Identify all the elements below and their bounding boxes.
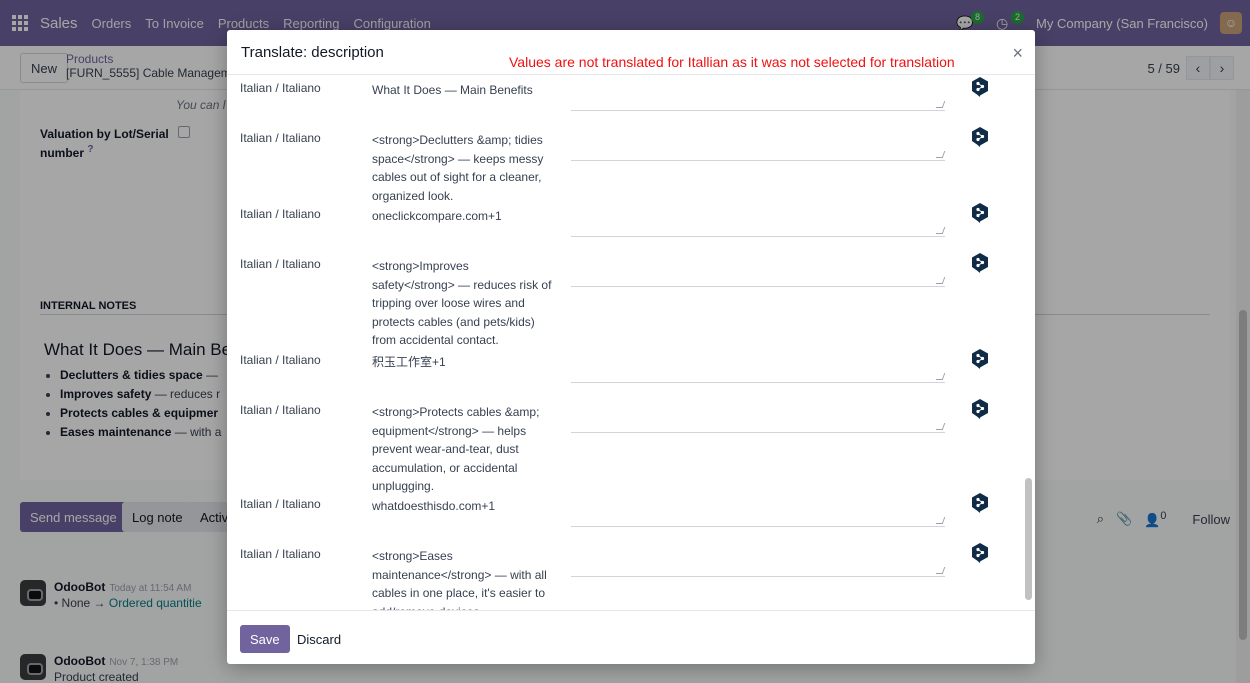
translate-dialog: Translate: description Values are not tr…	[227, 30, 1035, 664]
deepl-translate-icon[interactable]	[971, 543, 989, 563]
dialog-title: Translate: description	[241, 44, 384, 61]
deepl-translate-icon[interactable]	[971, 253, 989, 273]
translation-input[interactable]	[571, 497, 945, 527]
source-text: <strong>Improves safety</strong> — reduc…	[372, 259, 552, 347]
language-label: Italian / Italiano	[240, 81, 321, 95]
translation-input[interactable]	[571, 257, 945, 287]
source-text: whatdoesthisdo.com+1	[372, 499, 496, 513]
discard-button[interactable]: Discard	[289, 625, 349, 653]
source-text: 积玉工作室+1	[372, 355, 446, 369]
translation-input[interactable]	[571, 207, 945, 237]
language-label: Italian / Italiano	[240, 353, 321, 367]
language-label: Italian / Italiano	[240, 207, 321, 221]
source-text: What It Does — Main Benefits	[372, 83, 533, 97]
translation-input[interactable]	[571, 547, 945, 577]
annotation-note: Values are not translated for Itallian a…	[509, 54, 955, 70]
close-icon[interactable]: ×	[1012, 44, 1023, 62]
deepl-translate-icon[interactable]	[971, 493, 989, 513]
deepl-translate-icon[interactable]	[971, 77, 989, 97]
dialog-footer: Save Discard	[227, 610, 1035, 664]
translation-input[interactable]	[571, 131, 945, 161]
translation-list: Italian / Italiano What It Does — Main B…	[227, 74, 1035, 610]
translation-input[interactable]	[571, 81, 945, 111]
dialog-scroll-thumb[interactable]	[1025, 478, 1032, 600]
deepl-translate-icon[interactable]	[971, 399, 989, 419]
source-text: oneclickcompare.com+1	[372, 209, 502, 223]
save-button[interactable]: Save	[240, 625, 290, 653]
deepl-translate-icon[interactable]	[971, 349, 989, 369]
language-label: Italian / Italiano	[240, 547, 321, 561]
source-text: <strong>Protects cables &amp; equipment<…	[372, 405, 540, 493]
translation-input[interactable]	[571, 353, 945, 383]
deepl-translate-icon[interactable]	[971, 203, 989, 223]
source-text: <strong>Declutters &amp; tidies space</s…	[372, 133, 544, 203]
language-label: Italian / Italiano	[240, 257, 321, 271]
deepl-translate-icon[interactable]	[971, 127, 989, 147]
language-label: Italian / Italiano	[240, 131, 321, 145]
language-label: Italian / Italiano	[240, 403, 321, 417]
source-text: <strong>Eases maintenance</strong> — wit…	[372, 549, 547, 610]
language-label: Italian / Italiano	[240, 497, 321, 511]
translation-input[interactable]	[571, 403, 945, 433]
